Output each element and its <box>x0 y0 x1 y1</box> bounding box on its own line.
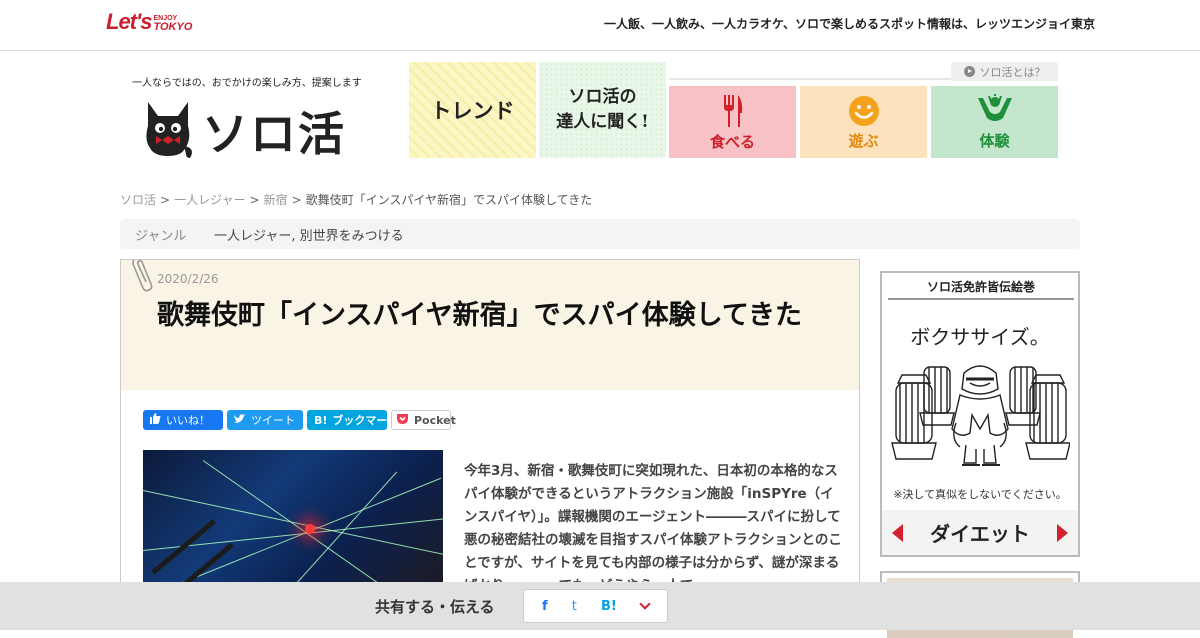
logo-tokyo-text: TOKYO <box>153 21 193 33</box>
lets-enjoy-tokyo-logo[interactable]: Let's ENJOY TOKYO <box>106 7 192 33</box>
genre-label: ジャンル <box>135 228 187 244</box>
genre-bar: ジャンル 一人レジャー, 別世界をみつける <box>120 219 1080 249</box>
twitter-share-icon[interactable]: t <box>572 599 577 614</box>
article-share-buttons: いいね！ ツイート B! ブックマーク Pocket <box>143 410 456 430</box>
arrow-right-icon[interactable] <box>1057 523 1068 542</box>
paperclip-icon <box>132 260 153 292</box>
article-header: 2020/2/26 歌舞伎町「インスパイヤ新宿」でスパイ体験してきた <box>121 260 859 390</box>
pocket-icon <box>396 413 409 428</box>
article-card: 2020/2/26 歌舞伎町「インスパイヤ新宿」でスパイ体験してきた いいね！ … <box>120 259 860 630</box>
sidebar-scroll-ad: ソロ活免許皆伝絵巻 ボクササイズ。 ※決して真似をしないでください。 ダイエット <box>880 271 1080 557</box>
nav-experience[interactable]: 体験 <box>931 86 1058 158</box>
chevron-down-icon[interactable] <box>639 598 651 610</box>
nav-expert-line1: ソロ活の <box>568 87 637 107</box>
nav-play-label: 遊ぶ <box>848 131 879 150</box>
breadcrumb-link-shinjuku[interactable]: 新宿 <box>264 193 288 207</box>
about-label: ソロ活とは？ <box>979 65 1046 79</box>
nav-ask-expert[interactable]: ソロ活の 達人に聞く! <box>539 62 666 158</box>
share-bar-label: 共有する・伝える <box>375 598 495 616</box>
ad-carousel-nav: ダイエット <box>882 510 1078 555</box>
nav-eat[interactable]: 食べる <box>669 86 796 158</box>
pocket-label: Pocket <box>414 413 456 427</box>
breadcrumb-separator: > <box>249 193 260 207</box>
smile-icon <box>848 95 879 126</box>
article-date: 2020/2/26 <box>157 272 219 286</box>
about-solo-katsu-button[interactable]: ソロ活とは？ <box>951 62 1058 81</box>
pocket-button[interactable]: Pocket <box>391 410 456 430</box>
logo-main-text: Let's <box>106 9 152 34</box>
brand-name: ソロ活 <box>202 107 346 161</box>
share-bar-buttons: f t B! <box>523 589 668 623</box>
breadcrumb-separator: > <box>160 193 171 207</box>
facebook-like-label: いいね！ <box>166 414 210 427</box>
ad-note: ※決して真似をしないでください。 <box>893 488 1067 501</box>
facebook-share-icon[interactable]: f <box>542 599 548 614</box>
red-light <box>305 524 315 534</box>
genre-value[interactable]: 一人レジャー, 別世界をみつける <box>214 225 404 244</box>
hatena-bookmark-label: ブックマーク <box>332 414 399 427</box>
black-cat-icon <box>146 102 192 158</box>
nav-experience-label: 体験 <box>979 131 1010 150</box>
cheer-icon <box>977 93 1012 121</box>
bottom-share-bar: 共有する・伝える f t B! <box>0 582 1200 630</box>
ad-title: ソロ活免許皆伝絵巻 <box>888 278 1074 300</box>
nav-trend[interactable]: トレンド <box>409 62 536 158</box>
nav-trend-label: トレンド <box>430 98 515 123</box>
fork-knife-icon <box>723 94 742 127</box>
ad-heading: ボクササイズ。 <box>910 325 1050 349</box>
twitter-tweet-label: ツイート <box>251 414 295 427</box>
facebook-like-button[interactable]: いいね！ <box>143 410 223 430</box>
article-body: 今年3月、新宿・歌舞伎町に突如現れた、日本初の本格的なスパイ体験ができるというア… <box>464 463 842 594</box>
breadcrumb: ソロ活 > 一人レジャー > 新宿 > 歌舞伎町「インスパイヤ新宿」でスパイ体験してきた <box>120 191 592 208</box>
article-title: 歌舞伎町「インスパイヤ新宿」でスパイ体験してきた <box>157 300 803 331</box>
ad-nav-label: ダイエット <box>930 522 1030 546</box>
top-bar: Let's ENJOY TOKYO 一人飯、一人飲み、一人カラオケ、ソロで楽しめ… <box>0 0 1200 51</box>
site-tagline: 一人飯、一人飲み、一人カラオケ、ソロで楽しめるスポット情報は、レッツエンジョイ東… <box>603 17 1095 31</box>
breadcrumb-separator: > <box>291 193 302 207</box>
solo-katsu-logo[interactable]: 一人ならではの、おでかけの楽しみ方、提案します ソロ活 <box>120 60 400 162</box>
breadcrumb-link-leisure[interactable]: 一人レジャー <box>174 193 245 207</box>
twitter-bird-icon <box>234 413 246 427</box>
nav-play[interactable]: 遊ぶ <box>800 86 927 158</box>
arrow-left-icon[interactable] <box>892 523 903 542</box>
thumbs-up-icon <box>150 413 161 427</box>
play-circle-icon <box>963 66 975 77</box>
site-header: 一人ならではの、おでかけの楽しみ方、提案します ソロ活 トレンド ソロ活の 達人… <box>120 60 1080 162</box>
breadcrumb-link-solo[interactable]: ソロ活 <box>120 193 156 207</box>
nav-expert-line2: 達人に聞く! <box>556 112 649 132</box>
breadcrumb-current: 歌舞伎町「インスパイヤ新宿」でスパイ体験してきた <box>305 193 593 207</box>
nav-eat-label: 食べる <box>709 132 755 151</box>
hatena-bookmark-button[interactable]: B! ブックマーク <box>307 410 398 430</box>
hatena-icon: B! <box>314 413 328 427</box>
twitter-tweet-button[interactable]: ツイート <box>227 410 303 430</box>
brand-catchphrase: 一人ならではの、おでかけの楽しみ方、提案します <box>132 78 362 89</box>
boxercise-illustration[interactable] <box>890 359 1070 477</box>
hatena-share-icon[interactable]: B! <box>601 599 617 614</box>
